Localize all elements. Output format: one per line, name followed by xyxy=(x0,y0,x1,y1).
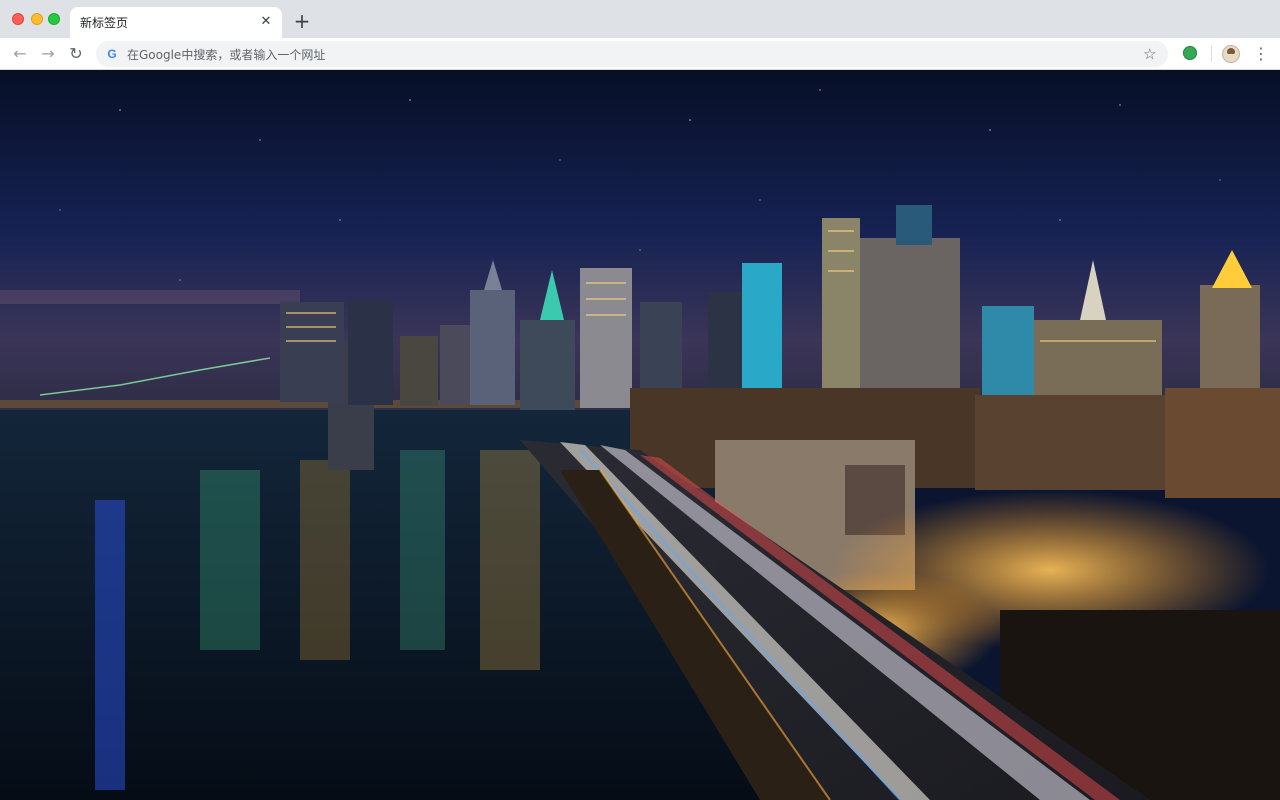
window-minimize-button[interactable] xyxy=(31,13,43,25)
toolbar-divider xyxy=(1211,46,1212,62)
address-bar[interactable]: G 在Google中搜索，或者输入一个网址 xyxy=(96,41,1168,67)
google-g-icon: G xyxy=(107,47,117,61)
bookmark-star-icon[interactable]: ☆ xyxy=(1143,43,1156,65)
extension-icon[interactable] xyxy=(1183,46,1197,60)
background-wallpaper xyxy=(0,70,1280,800)
tab-strip: 新标签页 ✕ + xyxy=(0,0,1280,38)
browser-toolbar: ← → ↻ G 在Google中搜索，或者输入一个网址 ☆ ⋮ xyxy=(0,38,1280,70)
profile-avatar-icon[interactable] xyxy=(1222,45,1240,63)
tab-new-tab[interactable]: 新标签页 ✕ xyxy=(70,7,282,38)
window-close-button[interactable] xyxy=(12,13,24,25)
tab-title: 新标签页 xyxy=(80,16,129,30)
forward-button[interactable]: → xyxy=(37,43,59,65)
back-button[interactable]: ← xyxy=(9,43,31,65)
window-maximize-button[interactable] xyxy=(48,13,60,25)
tab-close-icon[interactable]: ✕ xyxy=(258,14,274,30)
menu-icon[interactable]: ⋮ xyxy=(1253,43,1269,65)
address-bar-placeholder: 在Google中搜索，或者输入一个网址 xyxy=(127,48,326,62)
city-skyline-image xyxy=(0,70,1280,800)
new-tab-button[interactable]: + xyxy=(292,11,312,31)
reload-button[interactable]: ↻ xyxy=(65,43,87,65)
